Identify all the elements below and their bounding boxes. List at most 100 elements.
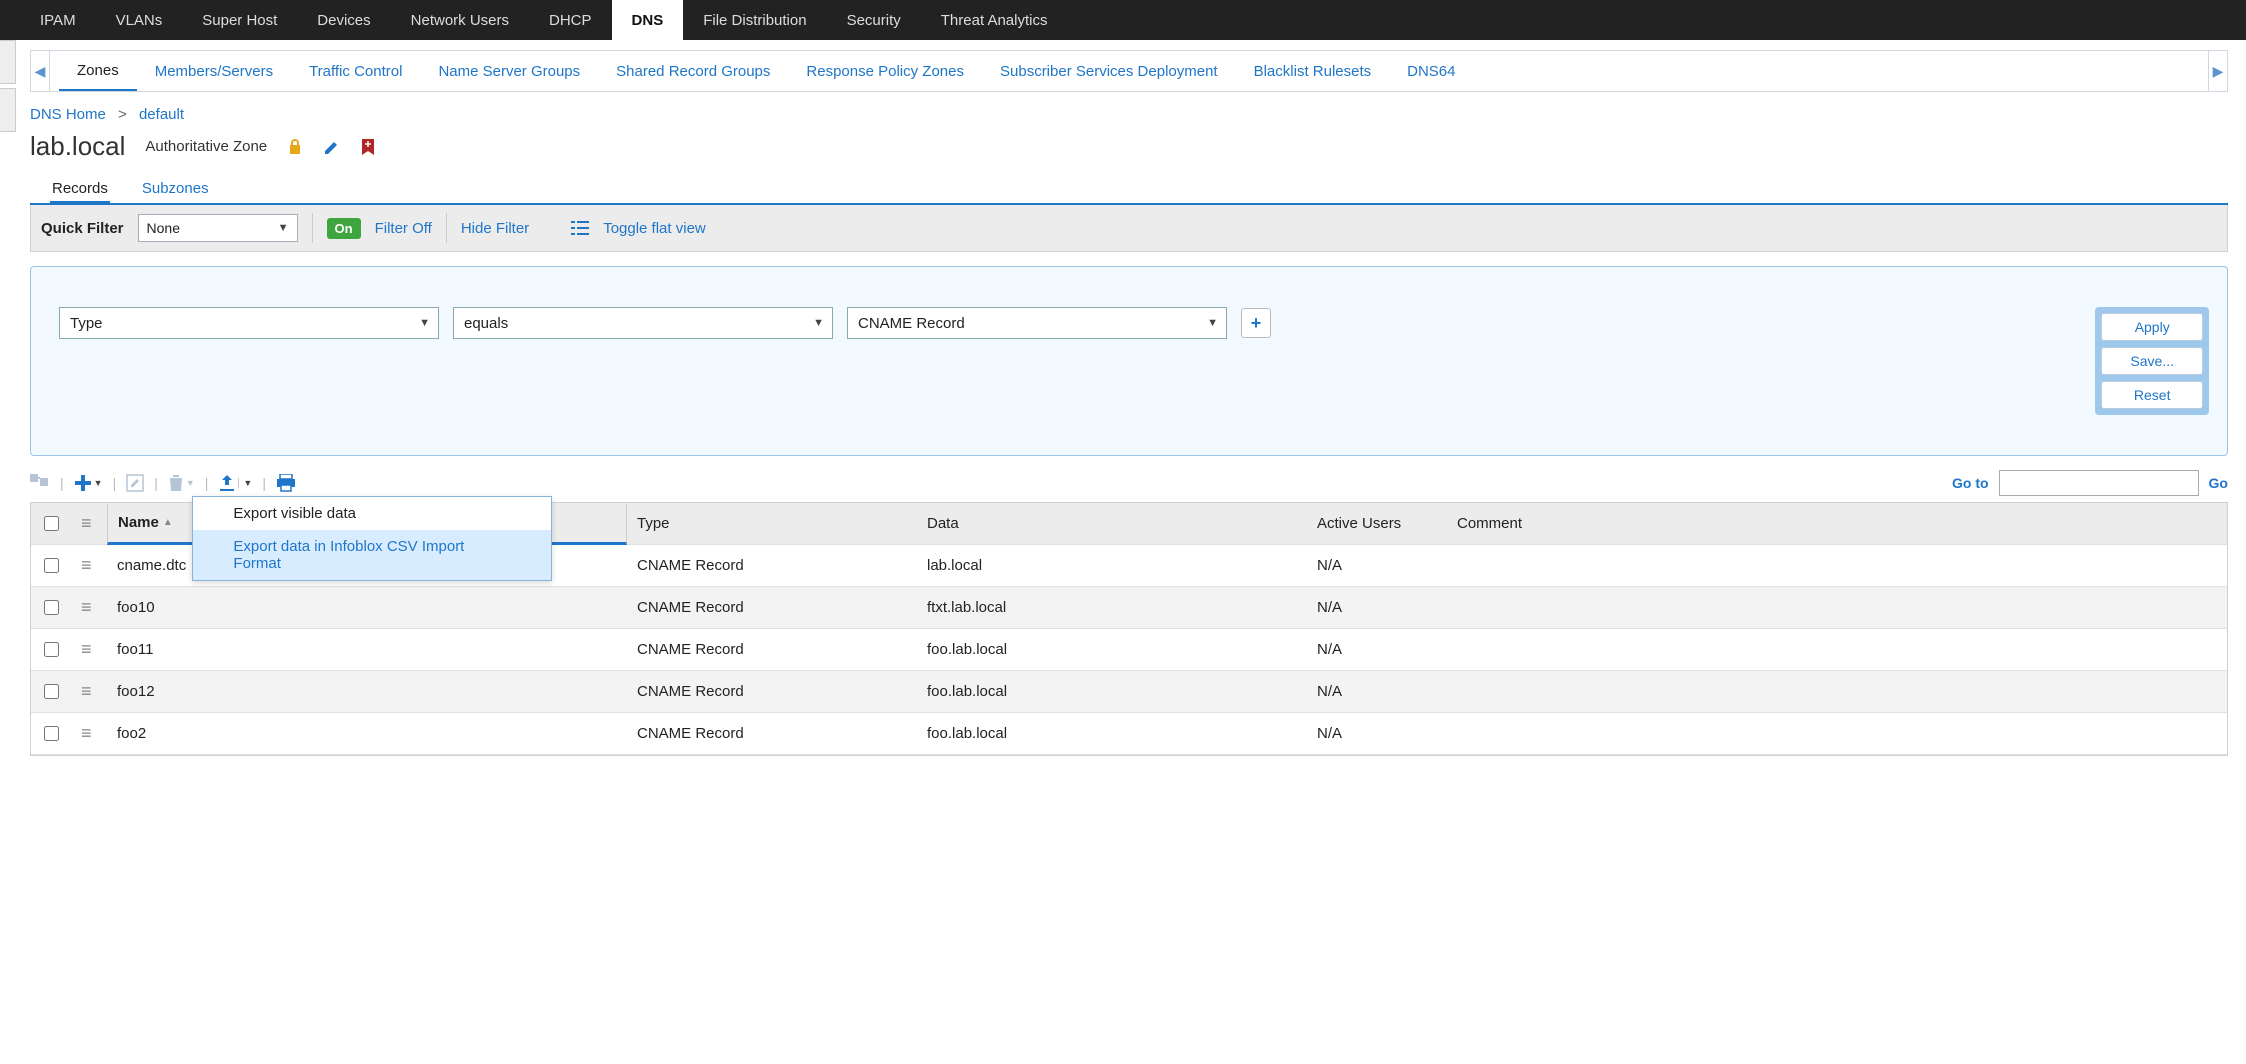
filter-editor: Type ▼ equals ▼ CNAME Record ▼ + Apply S…: [30, 266, 2228, 456]
reset-button[interactable]: Reset: [2101, 381, 2203, 409]
subtab-subscriber-services-deployment[interactable]: Subscriber Services Deployment: [982, 51, 1236, 91]
plus-icon: +: [1251, 313, 1262, 334]
filter-off-link[interactable]: Filter Off: [375, 220, 432, 237]
go-button[interactable]: Go: [2209, 475, 2228, 491]
separator: |: [111, 475, 119, 491]
table-row[interactable]: ≡foo11CNAME Recordfoo.lab.localN/A: [31, 629, 2227, 671]
filter-field-value: Type: [70, 315, 103, 332]
topnav-item-network-users[interactable]: Network Users: [391, 0, 529, 40]
row-checkbox[interactable]: [44, 642, 59, 657]
row-active: N/A: [1307, 683, 1447, 700]
subtab-scroll-left[interactable]: ◀: [30, 50, 50, 92]
table-row[interactable]: ≡foo2CNAME Recordfoo.lab.localN/A: [31, 713, 2227, 755]
subtab-zones[interactable]: Zones: [59, 51, 137, 91]
select-all-checkbox[interactable]: [44, 516, 59, 531]
column-name-label: Name: [118, 514, 159, 531]
row-checkbox[interactable]: [44, 600, 59, 615]
row-menu-icon[interactable]: ≡: [71, 555, 107, 576]
tree-expand-icon: [30, 474, 50, 492]
row-checkbox[interactable]: [44, 558, 59, 573]
goto-label[interactable]: Go to: [1952, 475, 1989, 491]
subtab-scroll-right[interactable]: ▶: [2208, 50, 2228, 92]
left-panel-toggle-1[interactable]: [0, 40, 16, 84]
filter-value-select[interactable]: CNAME Record ▼: [847, 307, 1227, 339]
row-type: CNAME Record: [627, 557, 917, 574]
edit-icon[interactable]: [323, 138, 341, 156]
grid-toolbar: | ▼ | | ▼ | ▼ Export visible data Export…: [30, 470, 2228, 496]
separator: |: [58, 475, 66, 491]
row-menu-icon[interactable]: ≡: [71, 597, 107, 618]
bookmark-icon[interactable]: [361, 138, 375, 156]
topnav-item-super-host[interactable]: Super Host: [182, 0, 297, 40]
subtab-name-server-groups[interactable]: Name Server Groups: [420, 51, 598, 91]
lock-icon[interactable]: [287, 138, 303, 156]
table-row[interactable]: ≡foo10CNAME Recordftxt.lab.localN/A: [31, 587, 2227, 629]
row-name: foo11: [107, 641, 627, 658]
row-active: N/A: [1307, 599, 1447, 616]
filter-op-select[interactable]: equals ▼: [453, 307, 833, 339]
column-type[interactable]: Type: [627, 515, 917, 532]
chevron-down-icon: ▼: [186, 478, 195, 488]
subtab-dns64[interactable]: DNS64: [1389, 51, 1473, 91]
subtab-response-policy-zones[interactable]: Response Policy Zones: [788, 51, 982, 91]
breadcrumb-current[interactable]: default: [139, 106, 184, 123]
subtab-members-servers[interactable]: Members/Servers: [137, 51, 291, 91]
breadcrumb-home[interactable]: DNS Home: [30, 106, 106, 123]
topnav-item-vlans[interactable]: VLANs: [96, 0, 183, 40]
row-menu-icon[interactable]: ≡: [71, 681, 107, 702]
add-filter-button[interactable]: +: [1241, 308, 1271, 338]
row-checkbox[interactable]: [44, 684, 59, 699]
row-type: CNAME Record: [627, 641, 917, 658]
header-menu-icon[interactable]: ≡: [71, 513, 107, 534]
hide-filter-link[interactable]: Hide Filter: [461, 220, 529, 237]
topnav-item-dhcp[interactable]: DHCP: [529, 0, 612, 40]
topnav-item-file-distribution[interactable]: File Distribution: [683, 0, 826, 40]
column-active[interactable]: Active Users: [1307, 515, 1447, 532]
toggle-flat-view-link[interactable]: Toggle flat view: [603, 220, 706, 237]
subtab-traffic-control[interactable]: Traffic Control: [291, 51, 420, 91]
topnav-item-threat-analytics[interactable]: Threat Analytics: [921, 0, 1068, 40]
topnav-item-dns[interactable]: DNS: [612, 0, 684, 40]
zone-title: lab.local: [30, 131, 125, 162]
chevron-down-icon: ▼: [813, 317, 824, 329]
row-menu-icon[interactable]: ≡: [71, 639, 107, 660]
separator: |: [260, 475, 268, 491]
print-button[interactable]: [276, 474, 296, 492]
sort-asc-icon: ▲: [163, 517, 173, 528]
save-button[interactable]: Save...: [2101, 347, 2203, 375]
row-active: N/A: [1307, 725, 1447, 742]
left-panel-toggle-2[interactable]: [0, 88, 16, 132]
quick-filter-value: None: [147, 220, 180, 236]
table-row[interactable]: ≡foo12CNAME Recordfoo.lab.localN/A: [31, 671, 2227, 713]
tab-records[interactable]: Records: [50, 172, 110, 205]
topnav-item-devices[interactable]: Devices: [297, 0, 390, 40]
subtab-blacklist-rulesets[interactable]: Blacklist Rulesets: [1236, 51, 1390, 91]
topnav-item-security[interactable]: Security: [827, 0, 921, 40]
tab-subzones[interactable]: Subzones: [140, 172, 211, 203]
row-name: foo10: [107, 599, 627, 616]
column-comment[interactable]: Comment: [1447, 515, 2227, 532]
export-csv-item[interactable]: Export data in Infoblox CSV Import Forma…: [193, 530, 551, 580]
row-menu-icon[interactable]: ≡: [71, 723, 107, 744]
filter-on-badge[interactable]: On: [327, 218, 361, 239]
chevron-down-icon: ▼: [94, 478, 103, 488]
export-visible-item[interactable]: Export visible data: [193, 497, 551, 530]
zone-type-label: Authoritative Zone: [145, 138, 267, 155]
filter-field-select[interactable]: Type ▼: [59, 307, 439, 339]
apply-button[interactable]: Apply: [2101, 313, 2203, 341]
filter-actions: Apply Save... Reset: [2095, 307, 2209, 415]
quick-filter-select[interactable]: None ▼: [138, 214, 298, 242]
row-data: foo.lab.local: [917, 725, 1307, 742]
export-button[interactable]: ▼ Export visible data Export data in Inf…: [218, 474, 252, 492]
breadcrumb: DNS Home > default: [30, 92, 2228, 131]
breadcrumb-sep: >: [110, 106, 135, 123]
row-checkbox[interactable]: [44, 726, 59, 741]
export-menu: Export visible data Export data in Infob…: [192, 496, 552, 581]
column-data[interactable]: Data: [917, 515, 1307, 532]
separator: [446, 213, 447, 243]
topnav-item-ipam[interactable]: IPAM: [20, 0, 96, 40]
goto-input[interactable]: [1999, 470, 2199, 496]
subtab-shared-record-groups[interactable]: Shared Record Groups: [598, 51, 788, 91]
row-type: CNAME Record: [627, 683, 917, 700]
add-button[interactable]: ▼: [74, 474, 103, 492]
